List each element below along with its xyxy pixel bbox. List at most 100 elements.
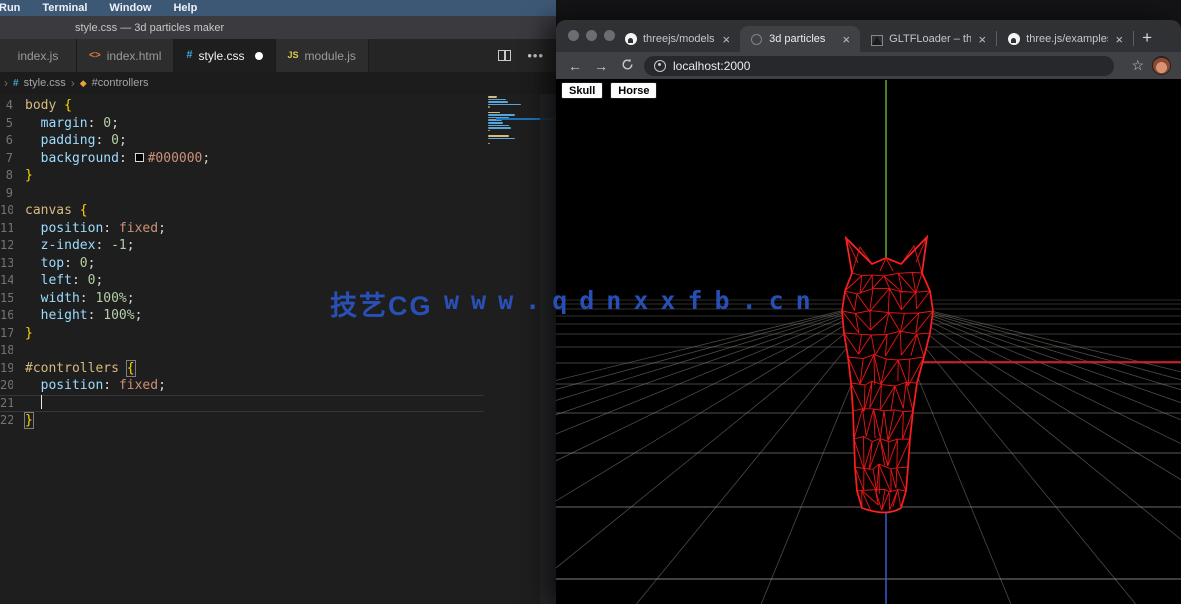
vscode-window-title: style.css — 3d particles maker xyxy=(75,22,224,34)
code-line: 14 left: 0; xyxy=(0,272,540,290)
code-lines: 4body {5 margin: 0;6 padding: 0;7 backgr… xyxy=(0,97,540,430)
code-line: 8} xyxy=(0,167,540,185)
menu-item-help[interactable]: Help xyxy=(173,2,197,14)
browser-tabs: threejs/models×3d particles×GLTFLoader –… xyxy=(614,20,1134,52)
close-tab-icon[interactable]: × xyxy=(721,32,733,47)
line-number: 12 xyxy=(0,237,13,255)
code-line: 17} xyxy=(0,325,540,343)
browser-tab-2[interactable]: 3d particles × xyxy=(740,26,860,52)
minimap-line xyxy=(488,99,506,101)
line-number: 20 xyxy=(0,377,13,395)
minimap[interactable] xyxy=(486,96,540,604)
minimap-line xyxy=(488,114,515,116)
line-number: 11 xyxy=(0,220,13,238)
line-number: 7 xyxy=(0,150,13,168)
editor-actions: ••• xyxy=(498,39,544,72)
split-editor-icon[interactable] xyxy=(498,50,511,61)
tab-label: style.css xyxy=(199,49,245,63)
tab-title: 3d particles xyxy=(769,33,834,45)
line-number: 10 xyxy=(0,202,13,220)
desktop-menubar: Run Terminal Window Help xyxy=(0,0,556,16)
code-line: 22} xyxy=(0,412,540,430)
code-line: 16 height: 100%; xyxy=(0,307,540,325)
address-bar[interactable]: localhost:2000 xyxy=(644,56,1114,76)
code-editor[interactable]: 4body {5 margin: 0;6 padding: 0;7 backgr… xyxy=(0,94,556,604)
line-number: 22 xyxy=(0,412,13,430)
github-favicon xyxy=(625,33,637,45)
vscode-tabbar: JSindex.js<>index.html # style.css JS module… xyxy=(0,39,556,72)
close-tab-icon[interactable]: × xyxy=(1114,32,1126,47)
css-file-icon: # xyxy=(186,51,192,60)
minimize-window-button[interactable] xyxy=(586,30,597,41)
tab-title: three.js/examples xyxy=(1026,33,1107,45)
line-number: 9 xyxy=(0,185,13,203)
editor-tab-module.js[interactable]: JS module.js xyxy=(276,39,369,72)
horse-button[interactable]: Horse xyxy=(610,82,657,99)
menu-item-window[interactable]: Window xyxy=(109,2,151,14)
close-tab-icon[interactable]: × xyxy=(977,32,989,47)
tab-label: module.js xyxy=(305,49,356,63)
code-line: 9 xyxy=(0,185,540,203)
globe-favicon xyxy=(751,34,762,45)
model-buttons: Skull Horse xyxy=(561,82,657,99)
editor-scrollbar[interactable] xyxy=(540,94,556,604)
minimap-line xyxy=(488,127,511,129)
editor-tab-index.html[interactable]: <>index.html xyxy=(77,39,174,72)
menu-item-run[interactable]: Run xyxy=(0,2,20,14)
tab-label: index.js xyxy=(18,49,59,63)
code-line: 20 position: fixed; xyxy=(0,377,540,395)
code-line: 4body { xyxy=(0,97,540,115)
minimap-line xyxy=(488,96,497,98)
chevron-right-icon: › xyxy=(4,76,8,90)
threejs-canvas[interactable] xyxy=(556,79,1181,604)
minimap-line xyxy=(488,101,508,103)
close-tab-icon[interactable]: × xyxy=(841,32,853,47)
line-number: 6 xyxy=(0,132,13,150)
profile-avatar[interactable] xyxy=(1152,56,1171,75)
site-info-icon[interactable] xyxy=(654,60,666,72)
minimap-line xyxy=(488,122,503,124)
code-line: 18 xyxy=(0,342,540,360)
line-number: 13 xyxy=(0,255,13,273)
skull-button[interactable]: Skull xyxy=(561,82,603,99)
minimap-line xyxy=(488,112,500,114)
menu-item-terminal[interactable]: Terminal xyxy=(42,2,87,14)
breadcrumb-item[interactable]: #controllers xyxy=(92,77,149,89)
window-controls xyxy=(568,30,615,41)
more-actions-icon[interactable]: ••• xyxy=(527,52,544,60)
breadcrumb-item[interactable]: style.css xyxy=(24,77,66,89)
editor-tab-style.css[interactable]: # style.css xyxy=(174,39,275,72)
modified-dot-icon xyxy=(255,52,263,60)
back-button[interactable]: ← xyxy=(566,59,584,73)
js-file-icon: JS xyxy=(288,51,299,60)
browser-tab-4[interactable]: three.js/examples × xyxy=(997,26,1133,52)
url-text: localhost:2000 xyxy=(673,59,750,73)
html-file-icon: <> xyxy=(89,51,101,60)
line-number: 17 xyxy=(0,325,13,343)
code-line: 7 background: #000000; xyxy=(0,150,540,168)
code-line: 10canvas { xyxy=(0,202,540,220)
line-number: 19 xyxy=(0,360,13,378)
tab-title: GLTFLoader – th… xyxy=(889,33,970,45)
close-window-button[interactable] xyxy=(568,30,579,41)
three-favicon xyxy=(872,36,882,45)
vscode-titlebar[interactable]: style.css — 3d particles maker xyxy=(0,16,556,39)
code-line: 15 width: 100%; xyxy=(0,290,540,308)
screen: Run Terminal Window Help style.css — 3d par… xyxy=(0,0,1181,604)
browser-window: threejs/models×3d particles×GLTFLoader –… xyxy=(556,20,1181,604)
minimap-line xyxy=(488,130,490,132)
reload-button[interactable] xyxy=(618,58,636,73)
editor-tab-index.js[interactable]: JSindex.js xyxy=(0,39,77,72)
text-cursor xyxy=(41,395,43,409)
forward-button[interactable]: → xyxy=(592,59,610,73)
browser-tabstrip: threejs/models×3d particles×GLTFLoader –… xyxy=(556,20,1181,52)
new-tab-button[interactable]: + xyxy=(1134,28,1162,52)
browser-toolbar: ← → localhost:2000 ☆ xyxy=(556,52,1181,79)
browser-tab-3[interactable]: GLTFLoader – th… × xyxy=(860,26,996,52)
vscode-window: style.css — 3d particles maker JSindex.j… xyxy=(0,16,556,604)
line-number: 14 xyxy=(0,272,13,290)
bookmark-star-icon[interactable]: ☆ xyxy=(1131,57,1144,74)
minimap-line xyxy=(488,104,521,106)
code-line: 21 xyxy=(0,395,484,413)
browser-tab-1[interactable]: threejs/models× xyxy=(614,26,740,52)
